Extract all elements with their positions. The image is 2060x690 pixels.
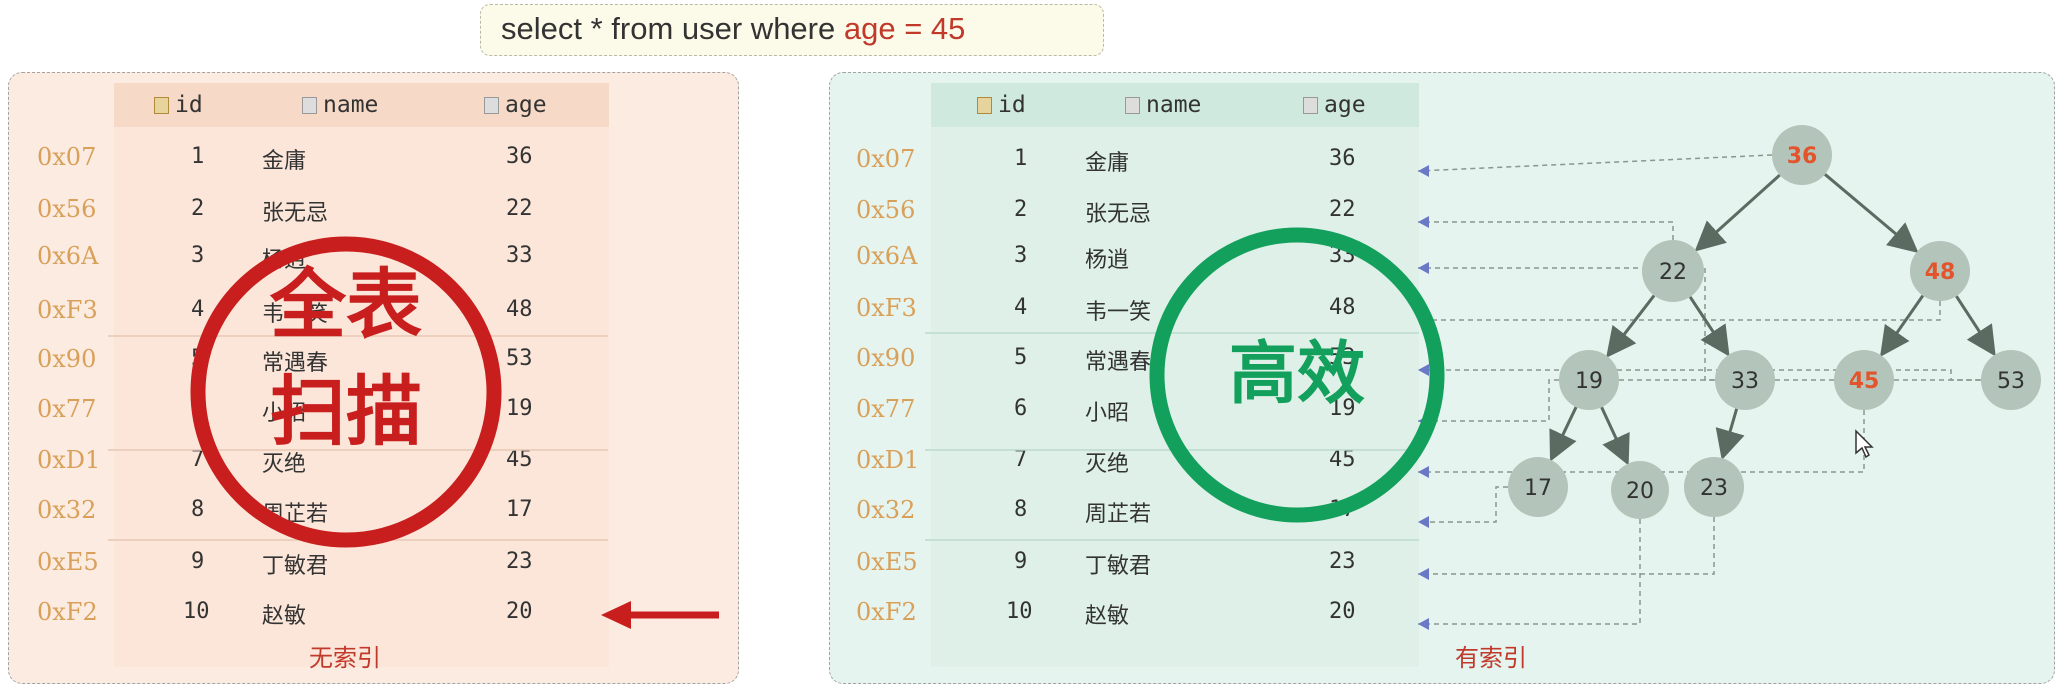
pointer-arrowhead-icon <box>1418 568 1429 580</box>
no-index-caption: 无索引 <box>309 644 381 672</box>
stamp-text: 高效 <box>1229 335 1365 414</box>
tree-edges <box>1549 173 1996 466</box>
tree-node-key: 36 <box>1787 144 1818 169</box>
pointer-arrowhead-icon <box>1418 262 1429 274</box>
mouse-cursor-icon <box>1855 429 1874 459</box>
tree-node-key: 19 <box>1575 369 1603 394</box>
tree-edge <box>1955 295 1996 357</box>
pointer-arrowhead-icon <box>1418 618 1429 630</box>
tree-edge <box>1600 406 1630 466</box>
with-index-caption: 有索引 <box>1455 644 1527 672</box>
tree-edge <box>1688 296 1730 357</box>
sql-query-text: select * from user where <box>501 11 844 46</box>
row-pointer <box>1418 301 1941 321</box>
stamp-text-line1: 全表 <box>269 260 422 349</box>
tree-node: 23 <box>1684 457 1744 517</box>
stamp-text-line2: 扫描 <box>270 367 422 456</box>
sql-query: select * from user where age = 45 <box>480 4 1104 56</box>
tree-node-key: 20 <box>1626 479 1654 504</box>
tree-node: 36 <box>1772 125 1832 185</box>
row-pointer <box>1418 486 1508 523</box>
sql-query-condition: age = 45 <box>843 11 966 46</box>
tree-edge <box>1880 294 1925 358</box>
btree-diagram: 36 22 48 19 33 45 53 17 20 23 高效 <box>925 125 2041 630</box>
tree-node-key: 48 <box>1925 260 1956 285</box>
tree-edge <box>1823 173 1919 253</box>
pointer-arrowhead-icon <box>1418 216 1429 228</box>
tree-node: 20 <box>1611 461 1669 519</box>
tree-node: 19 <box>1559 350 1619 410</box>
tree-edge <box>1694 173 1781 252</box>
row-pointer <box>1418 519 1641 625</box>
tree-node: 33 <box>1715 350 1775 410</box>
tree-node: 48 <box>1910 241 1970 301</box>
with-index-panel: id name age 0x07 1 金庸 36 0x56 2 张无忌 22 0x6A 3 杨逍 33 0xF… <box>829 72 2055 684</box>
efficient-stamp: 高效 <box>1149 227 1445 523</box>
tree-nodes: 36 22 48 19 33 45 53 17 20 23 <box>1508 125 2041 519</box>
tree-node-key: 17 <box>1524 476 1552 501</box>
tree-node-key: 45 <box>1849 369 1880 394</box>
pointer-arrowhead-icon <box>1418 466 1429 478</box>
tree-node-key: 33 <box>1731 369 1759 394</box>
row-pointer <box>1418 369 1981 381</box>
row-pointer <box>1418 221 1674 240</box>
no-index-panel: id name age 0x07 1 金庸 36 0x56 2 张无忌 22 0x6A 3 杨逍 33 0xF… <box>8 72 739 684</box>
full-scan-stamp: 全表 扫描 <box>190 236 502 548</box>
tree-edge <box>1606 294 1656 358</box>
tree-edge <box>1715 408 1745 461</box>
tree-edge <box>1549 406 1578 462</box>
row-pointer <box>1417 154 1773 172</box>
tree-node: 45 <box>1834 350 1894 410</box>
tree-node: 53 <box>1981 350 2041 410</box>
scan-arrow-icon <box>601 601 719 629</box>
pointer-arrowhead-icon <box>1418 516 1429 528</box>
tree-node-key: 23 <box>1700 476 1728 501</box>
tree-node: 22 <box>1642 240 1704 302</box>
row-pointer-lines <box>1417 154 1981 630</box>
tree-node-key: 22 <box>1659 260 1687 285</box>
left-overlay: 全表 扫描 <box>108 236 719 629</box>
row-pointer <box>1418 517 1715 575</box>
pointer-arrowhead-icon <box>1418 364 1429 376</box>
tree-node-key: 53 <box>1997 369 2025 394</box>
tree-node: 17 <box>1508 457 1568 517</box>
pointer-arrowhead-icon <box>1418 165 1429 177</box>
